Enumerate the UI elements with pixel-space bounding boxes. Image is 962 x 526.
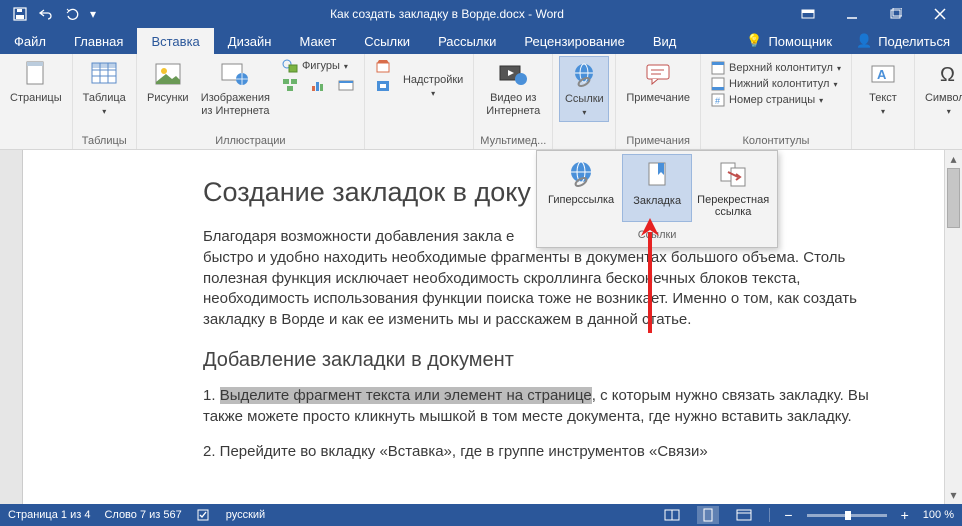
scroll-up-icon[interactable]: ▴ — [945, 150, 962, 168]
comment-button[interactable]: Примечание — [622, 56, 694, 107]
group-addins-label — [371, 133, 467, 149]
vertical-scrollbar[interactable]: ▴ ▾ — [944, 150, 962, 504]
shapes-button[interactable]: Фигуры ▾ — [278, 58, 358, 74]
table-icon — [88, 58, 120, 90]
group-media-label: Мультимед... — [480, 133, 546, 149]
comment-icon — [642, 58, 674, 90]
tab-layout[interactable]: Макет — [285, 28, 350, 54]
online-picture-icon — [219, 58, 251, 90]
web-layout-icon[interactable] — [733, 506, 755, 524]
svg-text:#: # — [715, 96, 720, 106]
video-icon — [497, 58, 529, 90]
zoom-slider[interactable] — [807, 514, 887, 517]
lightbulb-icon: 💡 — [746, 33, 762, 49]
tab-file[interactable]: Файл — [0, 28, 60, 54]
links-dropdown: Гиперссылка Закладка Перекрестная ссылка… — [536, 150, 778, 248]
online-video-button[interactable]: Видео из Интернета — [480, 56, 546, 120]
dropdown-group-label: Ссылки — [537, 225, 777, 247]
group-illustrations-label: Иллюстрации — [143, 133, 358, 149]
svg-text:A: A — [877, 67, 887, 82]
tell-me-assist[interactable]: 💡Помощник — [734, 28, 844, 54]
hyperlink-icon — [565, 158, 597, 190]
selected-text: Выделите фрагмент текста или элемент на … — [220, 387, 592, 404]
addins-button[interactable]: Надстройки▾ — [399, 56, 467, 102]
shapes-icon — [282, 59, 298, 73]
window-title: Как создать закладку в Ворде.docx - Word — [108, 7, 786, 21]
print-layout-icon[interactable] — [697, 506, 719, 524]
crossref-icon — [717, 158, 749, 190]
store-button[interactable] — [371, 58, 395, 74]
save-icon[interactable] — [8, 2, 32, 26]
bookmark-button[interactable]: Закладка — [622, 154, 692, 222]
group-text-label — [858, 133, 908, 149]
share-button[interactable]: 👤Поделиться — [844, 28, 962, 54]
pages-button[interactable]: Страницы — [6, 56, 66, 107]
minimize-icon[interactable] — [830, 0, 874, 28]
redo-icon[interactable] — [60, 2, 84, 26]
doc-paragraph-2: 1. Выделите фрагмент текста или элемент … — [203, 386, 894, 427]
left-gutter — [0, 150, 23, 504]
doc-paragraph-3: 2. Перейдите во вкладку «Вставка», где в… — [203, 442, 894, 463]
omega-icon: Ω — [933, 58, 962, 90]
textbox-icon: A — [867, 58, 899, 90]
tab-home[interactable]: Главная — [60, 28, 137, 54]
close-icon[interactable] — [918, 0, 962, 28]
group-tables-label: Таблицы — [79, 133, 130, 149]
link-icon — [568, 59, 600, 91]
footer-icon — [711, 77, 725, 91]
svg-text:Ω: Ω — [940, 64, 955, 86]
document-page[interactable]: Создание закладок в доку Благодаря возмо… — [23, 150, 944, 504]
text-button[interactable]: A Текст▾ — [858, 56, 908, 120]
tab-mailings[interactable]: Рассылки — [424, 28, 510, 54]
pagenum-icon: # — [711, 93, 725, 107]
tab-review[interactable]: Рецензирование — [510, 28, 638, 54]
footer-button[interactable]: Нижний колонтитул ▾ — [707, 76, 845, 92]
scroll-down-icon[interactable]: ▾ — [945, 486, 962, 504]
group-headerfooter-label: Колонтитулы — [707, 133, 845, 149]
read-mode-icon[interactable] — [661, 506, 683, 524]
pagenumber-button[interactable]: #Номер страницы ▾ — [707, 92, 845, 108]
zoom-in-button[interactable]: + — [901, 507, 909, 523]
crossref-button[interactable]: Перекрестная ссылка — [692, 154, 774, 222]
myaddins-button[interactable] — [371, 78, 395, 94]
picture-icon — [152, 58, 184, 90]
chart-button[interactable] — [306, 77, 330, 93]
scroll-thumb[interactable] — [947, 168, 960, 228]
spellcheck-icon[interactable] — [196, 508, 212, 522]
tab-references[interactable]: Ссылки — [350, 28, 424, 54]
pictures-button[interactable]: Рисунки — [143, 56, 193, 107]
status-page[interactable]: Страница 1 из 4 — [8, 509, 90, 521]
qat-customize-icon[interactable]: ▾ — [86, 2, 100, 26]
status-words[interactable]: Слово 7 из 567 — [104, 509, 181, 521]
tab-design[interactable]: Дизайн — [214, 28, 286, 54]
header-icon — [711, 61, 725, 75]
tab-view[interactable]: Вид — [639, 28, 691, 54]
ribbon-options-icon[interactable] — [786, 0, 830, 28]
share-icon: 👤 — [856, 33, 872, 49]
screenshot-button[interactable] — [334, 77, 358, 93]
hyperlink-button[interactable]: Гиперссылка — [540, 154, 622, 222]
header-button[interactable]: Верхний колонтитул ▾ — [707, 60, 845, 76]
online-pictures-button[interactable]: Изображения из Интернета — [197, 56, 274, 120]
symbols-button[interactable]: Ω Символы▾ — [921, 56, 962, 120]
group-pages-label — [6, 133, 66, 149]
zoom-level[interactable]: 100 % — [923, 509, 954, 521]
group-symbols-label — [921, 133, 962, 149]
doc-heading-2: Добавление закладки в документ — [203, 347, 894, 375]
page-icon — [20, 58, 52, 90]
status-language[interactable]: русский — [226, 509, 265, 521]
tab-insert[interactable]: Вставка — [137, 28, 213, 54]
group-links-label — [559, 133, 609, 149]
zoom-out-button[interactable]: − — [784, 507, 792, 523]
bookmark-icon — [641, 159, 673, 191]
table-button[interactable]: Таблица▾ — [79, 56, 130, 120]
smartart-button[interactable] — [278, 77, 302, 93]
maximize-icon[interactable] — [874, 0, 918, 28]
group-comments-label: Примечания — [622, 133, 694, 149]
links-button[interactable]: Ссылки▾ — [559, 56, 609, 122]
undo-icon[interactable] — [34, 2, 58, 26]
